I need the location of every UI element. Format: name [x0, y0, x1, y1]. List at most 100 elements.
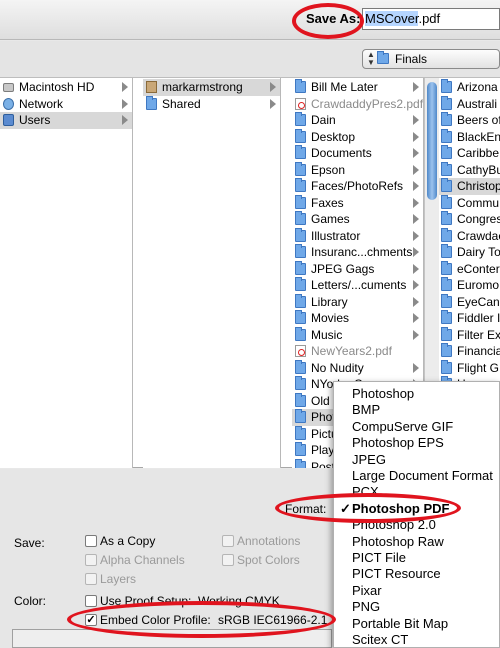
browser-item[interactable]: Australi	[438, 95, 500, 113]
annotations-checkbox[interactable]	[222, 535, 234, 547]
browser-item-label: Illustrator	[311, 228, 361, 243]
folder-icon	[295, 112, 306, 126]
folder-icon	[441, 145, 452, 159]
format-menu-item[interactable]: CompuServe GIF	[352, 419, 453, 435]
browser-item[interactable]: Network	[0, 96, 132, 113]
format-menu-item[interactable]: Pixar	[352, 583, 382, 599]
folder-icon	[441, 161, 452, 176]
browser-item[interactable]: No Nudity	[292, 359, 423, 377]
browser-item[interactable]: Financia	[438, 343, 500, 360]
browser-item[interactable]: Macintosh HD	[0, 79, 132, 96]
disclosure-arrow-icon	[122, 82, 128, 92]
format-menu-item[interactable]: JPEG	[352, 452, 386, 468]
annotation-oval-format	[275, 493, 461, 523]
browser-item[interactable]: Library	[292, 293, 423, 311]
disclosure-arrow-icon	[413, 214, 419, 224]
browser-item[interactable]: Shared	[143, 95, 280, 113]
format-menu-item[interactable]: Large Document Format	[352, 468, 493, 484]
as-a-copy-checkbox[interactable]	[85, 535, 97, 547]
browser-item[interactable]: Illustrator	[292, 227, 423, 245]
folder-icon	[295, 145, 306, 159]
browser-item[interactable]: Commu	[438, 194, 500, 212]
browser-item[interactable]: Music	[292, 326, 423, 344]
browser-item[interactable]: Insuranc...chments	[292, 244, 423, 261]
browser-item[interactable]: Filter Ex	[438, 326, 500, 344]
browser-item[interactable]: Crawdac	[438, 227, 500, 245]
browser-item[interactable]: Desktop	[292, 128, 423, 146]
browser-item-label: Financia	[457, 344, 500, 358]
browser-item-label: Euromo	[457, 278, 500, 292]
format-menu-item[interactable]: Photoshop	[352, 386, 414, 402]
use-proof-setup-checkbox[interactable]	[85, 595, 97, 607]
location-popup[interactable]: ▲ ▼ Finals	[362, 49, 500, 69]
browser-item-label: Old	[311, 393, 330, 408]
browser-item[interactable]: CathyBu	[438, 161, 500, 179]
layers-checkbox[interactable]	[85, 573, 97, 585]
browser-item-label: markarmstrong	[162, 80, 243, 94]
browser-item-label: Faxes	[311, 195, 344, 210]
browser-item[interactable]: Letters/...cuments	[292, 277, 423, 294]
browser-item[interactable]: JPEG Gags	[292, 260, 423, 278]
browser-item[interactable]: eConter	[438, 260, 500, 278]
filename-field[interactable]: MSCover.pdf	[362, 8, 500, 30]
browser-item[interactable]: NewYears2.pdf	[292, 343, 423, 360]
browser-item[interactable]: Caribbe	[438, 145, 500, 162]
disclosure-arrow-icon	[413, 329, 419, 340]
annotations-label: Annotations	[237, 534, 301, 548]
browser-item[interactable]: Flight G	[438, 359, 500, 377]
browser-item[interactable]: Movies	[292, 310, 423, 327]
annotation-oval-embed-profile	[67, 601, 336, 638]
browser-item[interactable]: Christop	[438, 178, 500, 195]
folder-icon	[441, 95, 452, 110]
format-menu-item[interactable]: PNG	[352, 599, 380, 615]
folder-icon	[295, 211, 306, 225]
browser-item[interactable]: Epson	[292, 161, 423, 179]
browser-item[interactable]: Euromo	[438, 277, 500, 294]
format-menu-item[interactable]: Scitex CT	[352, 632, 408, 648]
scrollbar-thumb[interactable]	[427, 82, 437, 200]
format-menu-item[interactable]: Photoshop EPS	[352, 435, 444, 451]
home-icon	[146, 81, 157, 93]
folder-icon	[295, 376, 306, 390]
format-menu-item[interactable]: PICT File	[352, 550, 406, 566]
browser-item[interactable]: Dain	[292, 112, 423, 129]
alpha-channels-checkbox[interactable]	[85, 554, 97, 566]
spot-colors-checkbox[interactable]	[222, 554, 234, 566]
folder-icon	[295, 227, 306, 242]
browser-item-label: NewYears2.pdf	[311, 344, 392, 358]
browser-item-label: Movies	[311, 311, 350, 325]
popup-arrows-icon: ▲ ▼	[367, 50, 375, 67]
browser-item[interactable]: Congres	[438, 211, 500, 228]
browser-item[interactable]: Beers of	[438, 112, 500, 129]
browser-item[interactable]: Dairy To	[438, 244, 500, 261]
format-menu-item[interactable]: Portable Bit Map	[352, 616, 448, 632]
format-menu-item[interactable]: Photoshop Raw	[352, 534, 444, 550]
browser-item[interactable]: Documents	[292, 145, 423, 162]
browser-item-label: eConter	[457, 261, 500, 276]
folder-icon	[295, 260, 306, 275]
browser-item[interactable]: Fiddler I	[438, 310, 500, 327]
spot-colors-label: Spot Colors	[237, 553, 300, 567]
folder-icon	[295, 392, 306, 407]
browser-item[interactable]: Arizona	[438, 79, 500, 96]
save-label: Save:	[14, 536, 45, 550]
browser-item-label: Documents	[311, 146, 372, 160]
browser-item[interactable]: Users	[0, 112, 132, 129]
folder-icon	[295, 310, 306, 324]
browser-item[interactable]: Bill Me Later	[292, 79, 423, 96]
format-menu-item[interactable]: PICT Resource	[352, 566, 441, 582]
browser-item[interactable]: Faces/PhotoRefs	[292, 178, 423, 195]
browser-item[interactable]: EyeCanc	[438, 293, 500, 311]
disclosure-arrow-icon	[413, 247, 419, 257]
browser-column-2: markarmstrong Shared	[143, 78, 281, 468]
folder-icon	[295, 409, 306, 423]
browser-item-label: Christop	[457, 179, 500, 193]
browser-item[interactable]: Faxes	[292, 194, 423, 212]
browser-item[interactable]: CrawdaddyPres2.pdf	[292, 96, 423, 113]
browser-item[interactable]: markarmstrong	[143, 79, 280, 96]
browser-item-label: Beers of	[457, 113, 500, 127]
format-menu-item[interactable]: BMP	[352, 402, 380, 418]
browser-item[interactable]: Games	[292, 211, 423, 228]
browser-item-label: Arizona	[457, 80, 498, 94]
browser-item[interactable]: BlackEn	[438, 128, 500, 146]
